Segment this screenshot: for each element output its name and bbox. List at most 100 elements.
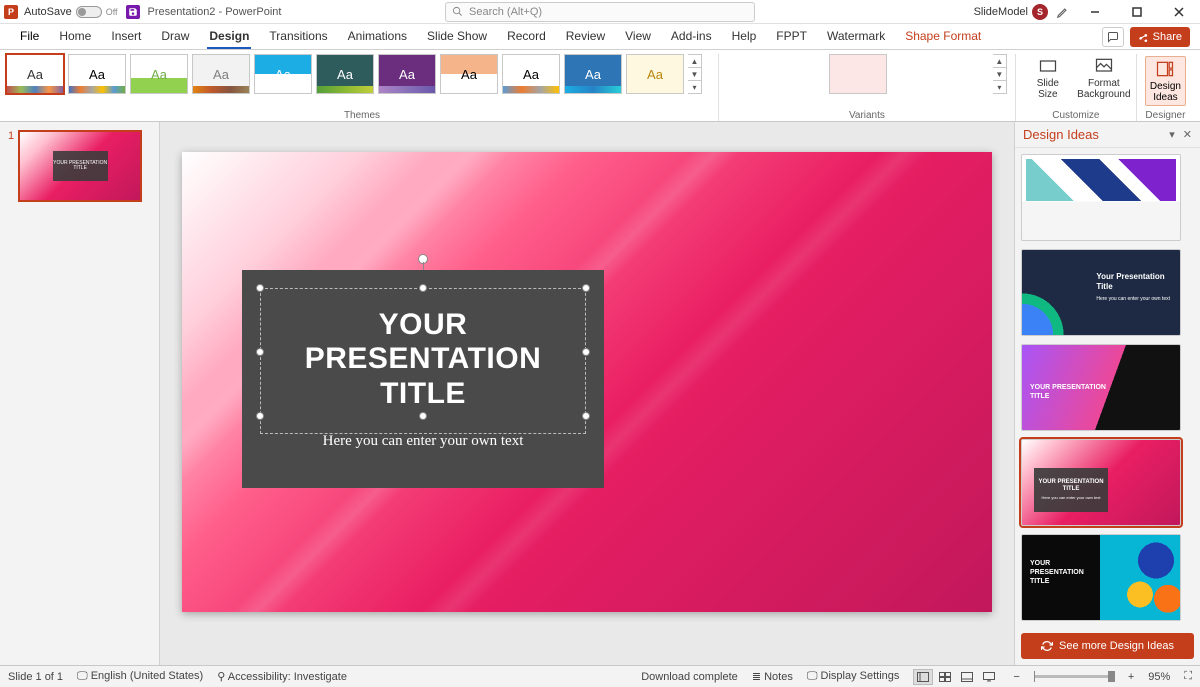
share-label: Share bbox=[1153, 31, 1182, 43]
resize-handle[interactable] bbox=[256, 348, 264, 356]
thumbnail-preview[interactable]: YOUR PRESENTATION TITLE bbox=[18, 130, 142, 202]
themes-group-label: Themes bbox=[6, 110, 718, 121]
design-ideas-list[interactable]: Your Presentation TitleHere you can ente… bbox=[1015, 148, 1200, 627]
design-idea-item[interactable]: Your Presentation TitleHere you can ente… bbox=[1021, 249, 1181, 336]
zoom-slider[interactable] bbox=[1034, 675, 1114, 678]
resize-handle[interactable] bbox=[419, 412, 427, 420]
tab-record[interactable]: Record bbox=[497, 25, 556, 49]
theme-thumb[interactable]: Aa bbox=[316, 54, 374, 94]
resize-handle[interactable] bbox=[582, 348, 590, 356]
thumbnail-slide-1[interactable]: 1 YOUR PRESENTATION TITLE bbox=[8, 130, 151, 202]
tab-addins[interactable]: Add-ins bbox=[661, 25, 722, 49]
normal-view-button[interactable] bbox=[913, 669, 933, 685]
format-bg-icon bbox=[1094, 56, 1114, 76]
close-pane-button[interactable]: ✕ bbox=[1183, 128, 1192, 141]
zoom-out-button[interactable]: − bbox=[1013, 671, 1019, 683]
theme-thumb[interactable]: Aa bbox=[626, 54, 684, 94]
design-ideas-label: Design Ideas bbox=[1150, 81, 1181, 103]
resize-handle[interactable] bbox=[256, 284, 264, 292]
subtitle-text[interactable]: Here you can enter your own text bbox=[323, 433, 524, 450]
design-ideas-pane: Design Ideas ▾ ✕ Your Presentation Title… bbox=[1014, 122, 1200, 665]
title-placeholder[interactable]: YOUR PRESENTATION TITLE Here you can ent… bbox=[242, 270, 604, 488]
themes-more-button[interactable]: ▲▼▾ bbox=[688, 54, 702, 94]
resize-handle[interactable] bbox=[256, 412, 264, 420]
tab-home[interactable]: Home bbox=[49, 25, 101, 49]
tab-file[interactable]: File bbox=[10, 25, 49, 49]
resize-handle[interactable] bbox=[419, 284, 427, 292]
autosave-toggle[interactable]: AutoSave Off bbox=[24, 6, 118, 18]
tab-review[interactable]: Review bbox=[556, 25, 615, 49]
accessibility-checker[interactable]: ⚲ Accessibility: Investigate bbox=[217, 670, 347, 683]
design-idea-item[interactable]: YOUR PRESENTATION TITLE bbox=[1021, 534, 1181, 621]
slide-canvas-area[interactable]: YOUR PRESENTATION TITLE Here you can ent… bbox=[160, 122, 1014, 665]
tab-view[interactable]: View bbox=[615, 25, 661, 49]
notes-button[interactable]: ≣ Notes bbox=[752, 670, 793, 683]
thumbnail-title: YOUR PRESENTATION TITLE bbox=[53, 161, 108, 172]
download-status: Download complete bbox=[641, 671, 738, 683]
account-button[interactable]: SlideModel S bbox=[974, 4, 1048, 20]
comments-button[interactable] bbox=[1102, 27, 1124, 47]
design-ideas-button[interactable]: Design Ideas bbox=[1145, 56, 1186, 106]
slide-counter[interactable]: Slide 1 of 1 bbox=[8, 671, 63, 683]
design-idea-item[interactable] bbox=[1021, 154, 1181, 241]
resize-handle[interactable] bbox=[582, 284, 590, 292]
theme-thumb[interactable]: Aa bbox=[378, 54, 436, 94]
save-button[interactable] bbox=[126, 5, 140, 19]
customize-group: Slide Size Format Background Customize bbox=[1016, 54, 1137, 121]
design-idea-item-selected[interactable]: YOUR PRESENTATION TITLEHere you can ente… bbox=[1021, 439, 1181, 526]
zoom-thumb[interactable] bbox=[1108, 671, 1115, 682]
user-name: SlideModel bbox=[974, 6, 1028, 18]
search-placeholder: Search (Alt+Q) bbox=[469, 6, 542, 18]
search-input[interactable]: Search (Alt+Q) bbox=[445, 2, 755, 22]
slideshow-button[interactable] bbox=[979, 669, 999, 685]
design-ideas-icon bbox=[1155, 59, 1175, 79]
theme-thumb[interactable]: Aa bbox=[130, 54, 188, 94]
tab-shape-format[interactable]: Shape Format bbox=[895, 25, 991, 49]
design-ideas-header: Design Ideas ▾ ✕ bbox=[1015, 122, 1200, 148]
fit-to-window-button[interactable]: ⛶ bbox=[1184, 670, 1192, 683]
zoom-level[interactable]: 95% bbox=[1148, 671, 1170, 683]
tab-design[interactable]: Design bbox=[199, 25, 259, 49]
tab-insert[interactable]: Insert bbox=[101, 25, 151, 49]
zoom-in-button[interactable]: + bbox=[1128, 671, 1134, 683]
pen-icon[interactable] bbox=[1056, 5, 1070, 19]
maximize-button[interactable] bbox=[1120, 2, 1154, 22]
format-background-button[interactable]: Format Background bbox=[1080, 56, 1128, 100]
theme-thumb[interactable]: Aa bbox=[192, 54, 250, 94]
designer-group: Design Ideas Designer bbox=[1137, 54, 1194, 121]
variants-more-button[interactable]: ▲▼▾ bbox=[993, 54, 1007, 94]
theme-thumb[interactable]: Aa bbox=[564, 54, 622, 94]
theme-thumb[interactable]: Aa bbox=[254, 54, 312, 94]
theme-thumb[interactable]: Aa bbox=[68, 54, 126, 94]
resize-handle[interactable] bbox=[582, 412, 590, 420]
tab-help[interactable]: Help bbox=[722, 25, 767, 49]
theme-thumb[interactable]: Aa bbox=[440, 54, 498, 94]
reading-view-button[interactable] bbox=[957, 669, 977, 685]
design-idea-item[interactable]: YOUR PRESENTATION TITLE bbox=[1021, 344, 1181, 431]
customize-group-label: Customize bbox=[1016, 110, 1136, 121]
slide-sorter-button[interactable] bbox=[935, 669, 955, 685]
theme-thumb[interactable]: Aa bbox=[502, 54, 560, 94]
refresh-icon bbox=[1041, 640, 1053, 652]
close-button[interactable] bbox=[1162, 2, 1196, 22]
display-settings-button[interactable]: 🖵 Display Settings bbox=[807, 670, 900, 683]
main-area: 1 YOUR PRESENTATION TITLE bbox=[0, 122, 1200, 665]
slide-size-button[interactable]: Slide Size bbox=[1024, 56, 1072, 100]
tab-transitions[interactable]: Transitions bbox=[259, 25, 337, 49]
tab-animations[interactable]: Animations bbox=[338, 25, 417, 49]
theme-thumb[interactable]: Aa bbox=[6, 54, 64, 94]
variant-thumb[interactable] bbox=[829, 54, 887, 94]
share-button[interactable]: Share bbox=[1130, 27, 1190, 47]
slide[interactable]: YOUR PRESENTATION TITLE Here you can ent… bbox=[182, 152, 992, 612]
themes-group: Aa Aa Aa Aa Aa Aa Aa Aa Aa Aa Aa ▲▼▾ The… bbox=[6, 54, 719, 121]
see-more-design-ideas-button[interactable]: See more Design Ideas bbox=[1021, 633, 1194, 659]
tab-fppt[interactable]: FPPT bbox=[766, 25, 817, 49]
minimize-button[interactable] bbox=[1078, 2, 1112, 22]
chevron-down-icon[interactable]: ▾ bbox=[1169, 128, 1175, 141]
tab-watermark[interactable]: Watermark bbox=[817, 25, 895, 49]
tab-slideshow[interactable]: Slide Show bbox=[417, 25, 497, 49]
tab-draw[interactable]: Draw bbox=[151, 25, 199, 49]
toggle-off-icon[interactable] bbox=[76, 6, 102, 18]
slide-thumbnail-pane[interactable]: 1 YOUR PRESENTATION TITLE bbox=[0, 122, 160, 665]
language-indicator[interactable]: 🖵 English (United States) bbox=[77, 670, 203, 683]
